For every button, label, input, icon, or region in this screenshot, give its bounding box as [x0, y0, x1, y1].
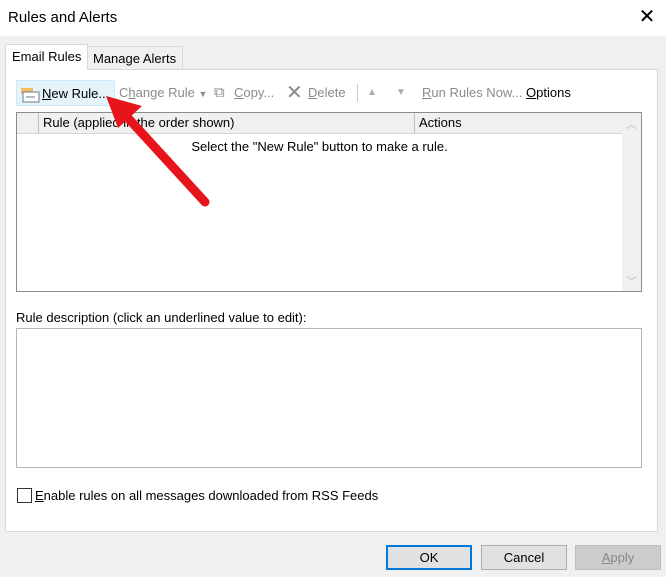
apply-button[interactable]: Apply — [575, 545, 661, 570]
dropdown-arrow-icon: ▼ — [198, 89, 208, 99]
title-bar: Rules and Alerts ✕ — [0, 0, 666, 36]
window-title: Rules and Alerts — [8, 9, 118, 26]
rules-list-header: Rule (applied in the order shown) Action… — [17, 113, 622, 134]
rules-list[interactable]: Rule (applied in the order shown) Action… — [16, 112, 642, 292]
close-icon[interactable]: ✕ — [636, 6, 658, 28]
new-rule-button[interactable]: New Rule... — [16, 80, 115, 106]
tab-manage-alerts[interactable]: Manage Alerts — [86, 46, 184, 70]
scroll-up-icon[interactable]: ︿ — [626, 116, 637, 132]
scroll-down-icon[interactable]: ﹀ — [626, 273, 637, 289]
empty-list-message: Select the "New Rule" button to make a r… — [191, 139, 448, 154]
copy-button[interactable]: ⧉ Copy... — [212, 80, 274, 106]
move-down-button[interactable]: ▼ — [396, 80, 406, 106]
delete-x-icon: ✕ — [286, 82, 303, 104]
new-rule-icon — [21, 88, 40, 103]
delete-button[interactable]: ✕ Delete — [286, 80, 346, 106]
move-up-button[interactable]: ▲ — [367, 80, 377, 106]
rss-rules-label[interactable]: Enable rules on all messages downloaded … — [35, 488, 378, 503]
scrollbar[interactable]: ︿ ﹀ — [622, 113, 641, 291]
options-button[interactable]: Options — [526, 80, 571, 106]
tab-email-rules[interactable]: Email Rules — [5, 44, 89, 70]
ok-button[interactable]: OK — [386, 545, 472, 570]
column-header-rule[interactable]: Rule (applied in the order shown) — [38, 113, 414, 133]
rule-description-box[interactable] — [16, 328, 642, 468]
run-rules-now-button[interactable]: Run Rules Now... — [422, 80, 522, 106]
change-rule-button[interactable]: Change Rule ▼ — [119, 80, 207, 106]
cancel-button[interactable]: Cancel — [481, 545, 567, 570]
copy-icon: ⧉ — [214, 84, 225, 101]
column-header-actions[interactable]: Actions — [414, 113, 622, 133]
toolbar-divider — [357, 84, 358, 102]
rule-description-label: Rule description (click an underlined va… — [16, 310, 307, 325]
rss-rules-checkbox[interactable] — [17, 488, 32, 503]
